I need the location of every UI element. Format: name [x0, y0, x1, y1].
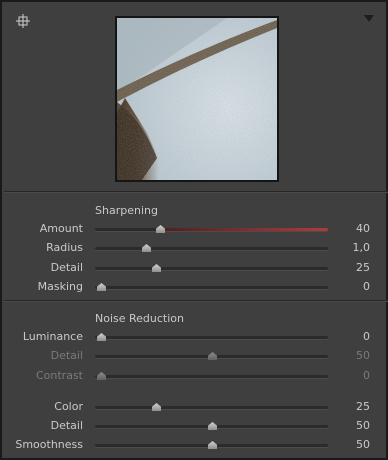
target-adjustment-icon[interactable]	[16, 13, 30, 28]
luminance-slider[interactable]	[95, 333, 328, 341]
radius-label: Radius	[46, 241, 83, 254]
preview-image	[117, 18, 277, 180]
amount-slider-fill	[160, 228, 328, 231]
collapse-panel-icon[interactable]	[364, 15, 374, 22]
sharpening-section-title: Sharpening	[95, 204, 158, 217]
smoothness-label: Smoothness	[15, 438, 83, 451]
divider	[4, 300, 388, 302]
radius-slider-thumb[interactable]	[142, 244, 151, 252]
luminance-label: Luminance	[22, 330, 83, 343]
luminance-detail-label: Detail	[50, 349, 83, 362]
amount-slider-thumb[interactable]	[156, 225, 165, 233]
divider	[4, 191, 388, 193]
masking-label: Masking	[37, 280, 83, 293]
color-slider[interactable]	[95, 403, 328, 411]
luminance-detail-value[interactable]: 50	[330, 349, 370, 363]
luminance-detail-slider[interactable]	[95, 352, 328, 360]
color-detail-value[interactable]: 50	[330, 419, 370, 433]
masking-slider[interactable]	[95, 283, 328, 291]
luminance-detail-slider-thumb[interactable]	[208, 352, 217, 360]
contrast-value[interactable]: 0	[330, 369, 370, 383]
detail-panel: Sharpening Amount 40 Radius 1,0 Detail 2…	[0, 0, 388, 460]
radius-slider[interactable]	[95, 244, 328, 252]
contrast-label: Contrast	[35, 369, 83, 382]
sharpen-detail-slider[interactable]	[95, 264, 328, 272]
color-detail-slider-thumb[interactable]	[208, 422, 217, 430]
sharpen-detail-label: Detail	[50, 261, 83, 274]
contrast-slider[interactable]	[95, 372, 328, 380]
masking-value[interactable]: 0	[330, 280, 370, 294]
amount-label: Amount	[39, 222, 83, 235]
luminance-slider-thumb[interactable]	[97, 333, 106, 341]
sharpen-detail-slider-thumb[interactable]	[152, 264, 161, 272]
smoothness-value[interactable]: 50	[330, 438, 370, 452]
noise-reduction-section-title: Noise Reduction	[95, 312, 184, 325]
amount-slider[interactable]	[95, 225, 328, 233]
radius-value[interactable]: 1,0	[330, 241, 371, 255]
luminance-value[interactable]: 0	[330, 330, 370, 344]
smoothness-slider[interactable]	[95, 441, 328, 449]
sharpen-detail-value[interactable]: 25	[330, 261, 370, 275]
color-label: Color	[54, 400, 83, 413]
color-detail-slider[interactable]	[95, 422, 328, 430]
amount-value[interactable]: 40	[330, 222, 370, 236]
masking-slider-thumb[interactable]	[97, 283, 106, 291]
color-value[interactable]: 25	[330, 400, 370, 414]
detail-preview[interactable]	[115, 16, 279, 182]
color-slider-thumb[interactable]	[152, 403, 161, 411]
contrast-slider-thumb[interactable]	[97, 372, 106, 380]
smoothness-slider-thumb[interactable]	[208, 441, 217, 449]
color-detail-label: Detail	[50, 419, 83, 432]
